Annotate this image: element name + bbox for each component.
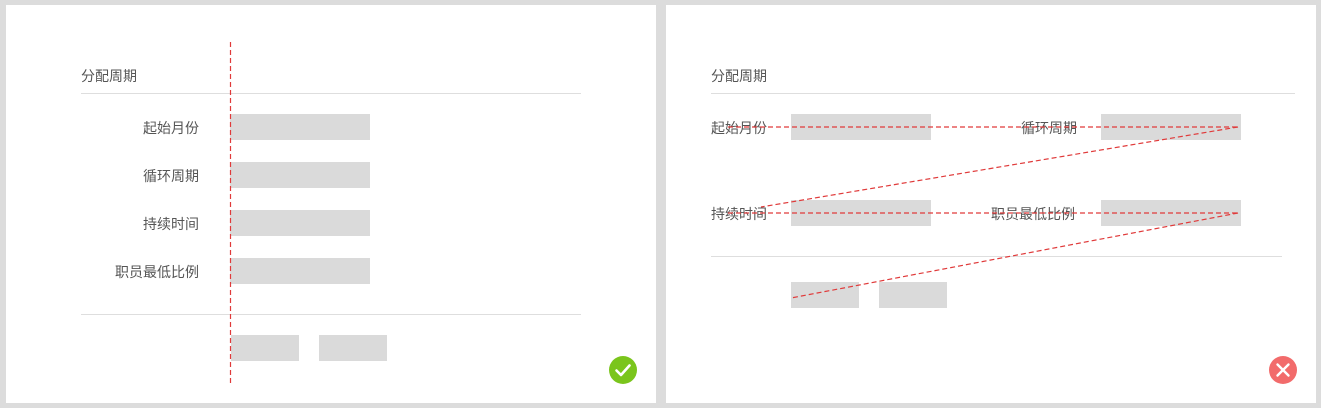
label-min-ratio: 职员最低比例 [991,207,1075,223]
confirm-button[interactable] [791,282,859,308]
label-duration: 持续时间 [711,207,767,223]
cancel-button[interactable] [879,282,947,308]
divider [81,93,581,94]
label-cycle: 循环周期 [143,169,199,185]
section-title: 分配周期 [81,69,137,85]
label-min-ratio: 职员最低比例 [115,265,199,281]
label-cycle: 循环周期 [1021,121,1077,137]
input-start-month[interactable] [791,114,931,140]
error-badge [1269,356,1297,384]
divider [81,314,581,315]
input-cycle[interactable] [1101,114,1241,140]
input-cycle[interactable] [230,162,370,188]
section-title: 分配周期 [711,69,767,85]
close-icon [1269,356,1297,384]
confirm-button[interactable] [231,335,299,361]
correct-example-panel: 分配周期 起始月份 循环周期 持续时间 职员最低比例 [6,5,656,403]
check-badge [609,356,637,384]
check-icon [609,356,637,384]
input-min-ratio[interactable] [230,258,370,284]
label-start-month: 起始月份 [711,121,767,137]
cancel-button[interactable] [319,335,387,361]
input-min-ratio[interactable] [1101,200,1241,226]
incorrect-example-panel: 分配周期 起始月份 循环周期 持续时间 职员最低比例 [666,5,1316,403]
divider [711,93,1295,94]
input-duration[interactable] [230,210,370,236]
label-start-month: 起始月份 [143,121,199,137]
divider [711,256,1282,257]
input-start-month[interactable] [230,114,370,140]
label-duration: 持续时间 [143,217,199,233]
input-duration[interactable] [791,200,931,226]
